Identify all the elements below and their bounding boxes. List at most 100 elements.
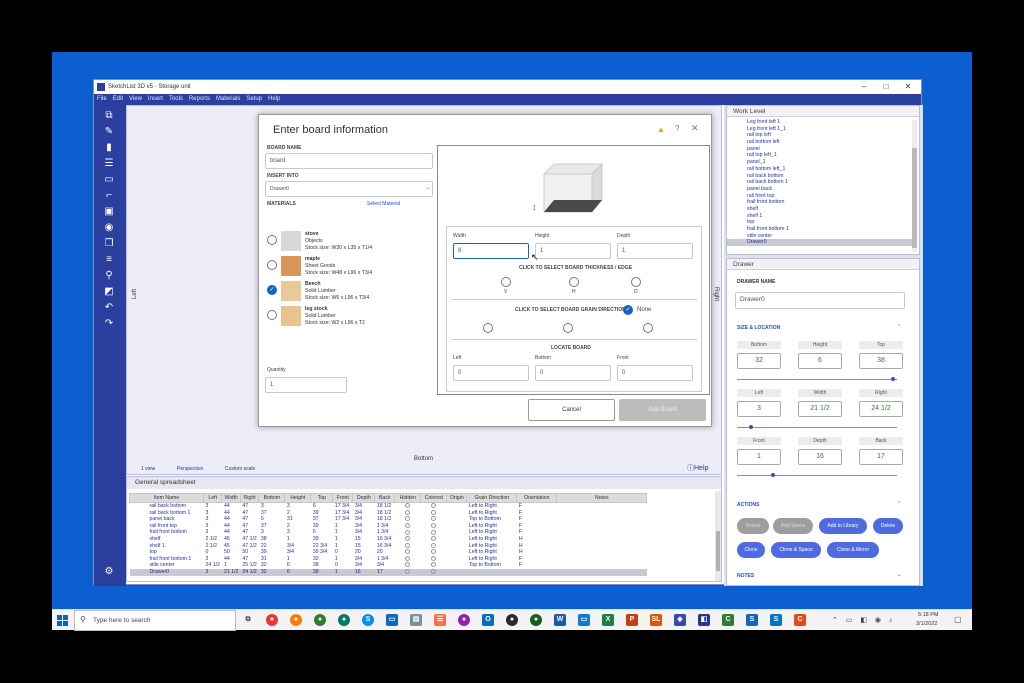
table-cell[interactable] [516, 568, 557, 576]
table-cell[interactable]: 45 [222, 543, 240, 550]
table-row[interactable]: rail back bottom 1 3 44 47 37 2 39 17 3/4 3/4 18 … [130, 510, 647, 517]
undo-icon[interactable]: ↶ [102, 301, 116, 315]
table-cell[interactable] [421, 542, 447, 550]
table-cell[interactable]: 39 3/4 [311, 549, 333, 556]
material-radio[interactable] [267, 235, 277, 245]
table-cell[interactable]: 32 [311, 556, 333, 563]
table-cell[interactable] [447, 556, 467, 563]
column-header[interactable]: Top [310, 493, 334, 503]
table-cell[interactable]: shelf 1 [130, 543, 204, 550]
table-row[interactable]: frail front bottom 1 3 44 47 31 1 32 1 3/4 1 3/4 L… [130, 556, 647, 563]
width-field[interactable]: 21 1/2 [798, 401, 842, 417]
column-header[interactable]: Height [284, 493, 312, 503]
table-cell[interactable]: 3 [204, 510, 222, 517]
table-cell[interactable]: 3 [204, 523, 222, 530]
add-to-library-button[interactable]: Add to Library [819, 518, 867, 534]
table-cell[interactable]: 6 [284, 568, 311, 576]
menu-item-reports[interactable]: Reports [186, 94, 213, 105]
quantity-field[interactable]: 1 [265, 377, 347, 393]
table-cell[interactable]: 6 [259, 516, 285, 523]
table-cell[interactable]: 20 [375, 549, 395, 556]
right-field[interactable]: 24 1/2 [859, 401, 903, 417]
taskbar-search-input[interactable]: Type here to search [74, 610, 236, 631]
table-cell[interactable]: frail front bottom 1 [130, 556, 204, 563]
table-cell[interactable]: 47 [240, 556, 258, 563]
table-cell[interactable]: 17 3/4 [333, 516, 353, 523]
table-cell[interactable] [557, 549, 647, 556]
table-cell[interactable]: rail back bottom 1 [130, 510, 204, 517]
app-green-icon[interactable]: ● [314, 614, 326, 626]
app-c-icon[interactable]: C [794, 614, 806, 626]
table-row[interactable]: panel back 3 44 47 6 31 37 17 3/4 3/4 18 1/2 Top t… [130, 516, 647, 523]
table-cell[interactable] [395, 522, 421, 530]
insert-into-select[interactable]: Drawer0 [265, 181, 433, 197]
checkbox-icon[interactable] [405, 549, 411, 555]
table-cell[interactable]: 0 [333, 562, 353, 569]
table-cell[interactable]: 22 [259, 543, 285, 550]
table-cell[interactable]: 18 1/2 [375, 503, 395, 510]
table-cell[interactable] [447, 510, 467, 517]
resize-button[interactable]: Resize [737, 518, 769, 534]
table-cell[interactable]: 3 [259, 503, 285, 510]
table-cell[interactable]: 2 [285, 510, 311, 517]
table-cell[interactable]: Top to Bottom [467, 562, 517, 569]
column-header[interactable]: Front [332, 493, 354, 503]
grain-top-bottom-radio[interactable] [563, 323, 573, 333]
checkbox-icon[interactable] [431, 529, 437, 535]
table-cell[interactable]: 44 [222, 510, 240, 517]
column-header[interactable]: Hidden [394, 493, 422, 503]
table-cell[interactable]: H [517, 543, 557, 550]
app-teal-icon[interactable]: ● [338, 614, 350, 626]
table-cell[interactable]: 15 [353, 543, 375, 550]
table-cell[interactable] [557, 523, 647, 530]
checkbox-icon[interactable] [431, 555, 437, 561]
table-cell[interactable]: 3/4 [353, 503, 375, 510]
table-cell[interactable]: Left to Right [467, 543, 517, 550]
start-button[interactable] [57, 615, 68, 626]
table-cell[interactable]: 1 [333, 556, 353, 563]
work-level-item[interactable]: Leg front left 1 [727, 119, 913, 126]
redo-icon[interactable]: ↷ [102, 317, 116, 331]
cancel-button[interactable]: Cancel [528, 399, 615, 421]
table-cell[interactable]: 1 [333, 529, 353, 536]
column-header[interactable]: Right [239, 493, 260, 503]
table-cell[interactable]: Left to Right [467, 556, 517, 563]
table-cell[interactable]: 3/4 [353, 529, 375, 536]
gear-icon[interactable]: ⚙ [102, 565, 116, 579]
align-icon[interactable]: ≡ [102, 253, 116, 267]
notes-expand-icon[interactable]: ⌄ [897, 572, 901, 578]
table-cell[interactable]: 50 [222, 549, 240, 556]
app-darkgreen-icon[interactable]: ● [530, 614, 542, 626]
table-cell[interactable]: 6 [311, 503, 333, 510]
table-cell[interactable] [557, 503, 647, 510]
table-cell[interactable] [557, 562, 647, 569]
checkbox-icon[interactable] [405, 529, 411, 535]
table-cell[interactable]: 20 [353, 549, 375, 556]
work-level-item[interactable]: stile center [727, 233, 913, 240]
add-board-button[interactable]: Add Board [619, 399, 706, 421]
checkbox-icon[interactable] [405, 516, 411, 522]
table-cell[interactable]: 37 [259, 523, 285, 530]
horizontal-slider[interactable] [737, 427, 897, 428]
work-level-item[interactable]: rail top left [727, 132, 913, 139]
checkbox-icon[interactable] [431, 569, 437, 575]
work-level-item[interactable]: rail back bottom [727, 173, 913, 180]
table-cell[interactable]: F [517, 529, 557, 536]
table-cell[interactable]: 3 [285, 529, 311, 536]
work-level-item[interactable]: frail front bottom 1 [727, 226, 913, 233]
table-cell[interactable]: 44 [222, 556, 240, 563]
table-cell[interactable]: 6 [285, 562, 311, 569]
table-cell[interactable] [420, 568, 447, 576]
table-cell[interactable] [447, 516, 467, 523]
table-cell[interactable]: 39 [311, 536, 333, 543]
table-cell[interactable]: 15 [353, 536, 375, 543]
table-cell[interactable]: 1 [332, 568, 353, 576]
excel-icon[interactable]: X [602, 614, 614, 626]
column-header[interactable]: Orientation [516, 493, 558, 503]
table-cell[interactable]: 3/4 [353, 523, 375, 530]
clone-button[interactable]: Clone [737, 542, 765, 558]
table-cell[interactable]: 39 [259, 549, 285, 556]
table-cell[interactable] [466, 568, 517, 576]
table-cell[interactable]: 1 3/4 [375, 523, 395, 530]
table-cell[interactable]: 45 [222, 536, 240, 543]
